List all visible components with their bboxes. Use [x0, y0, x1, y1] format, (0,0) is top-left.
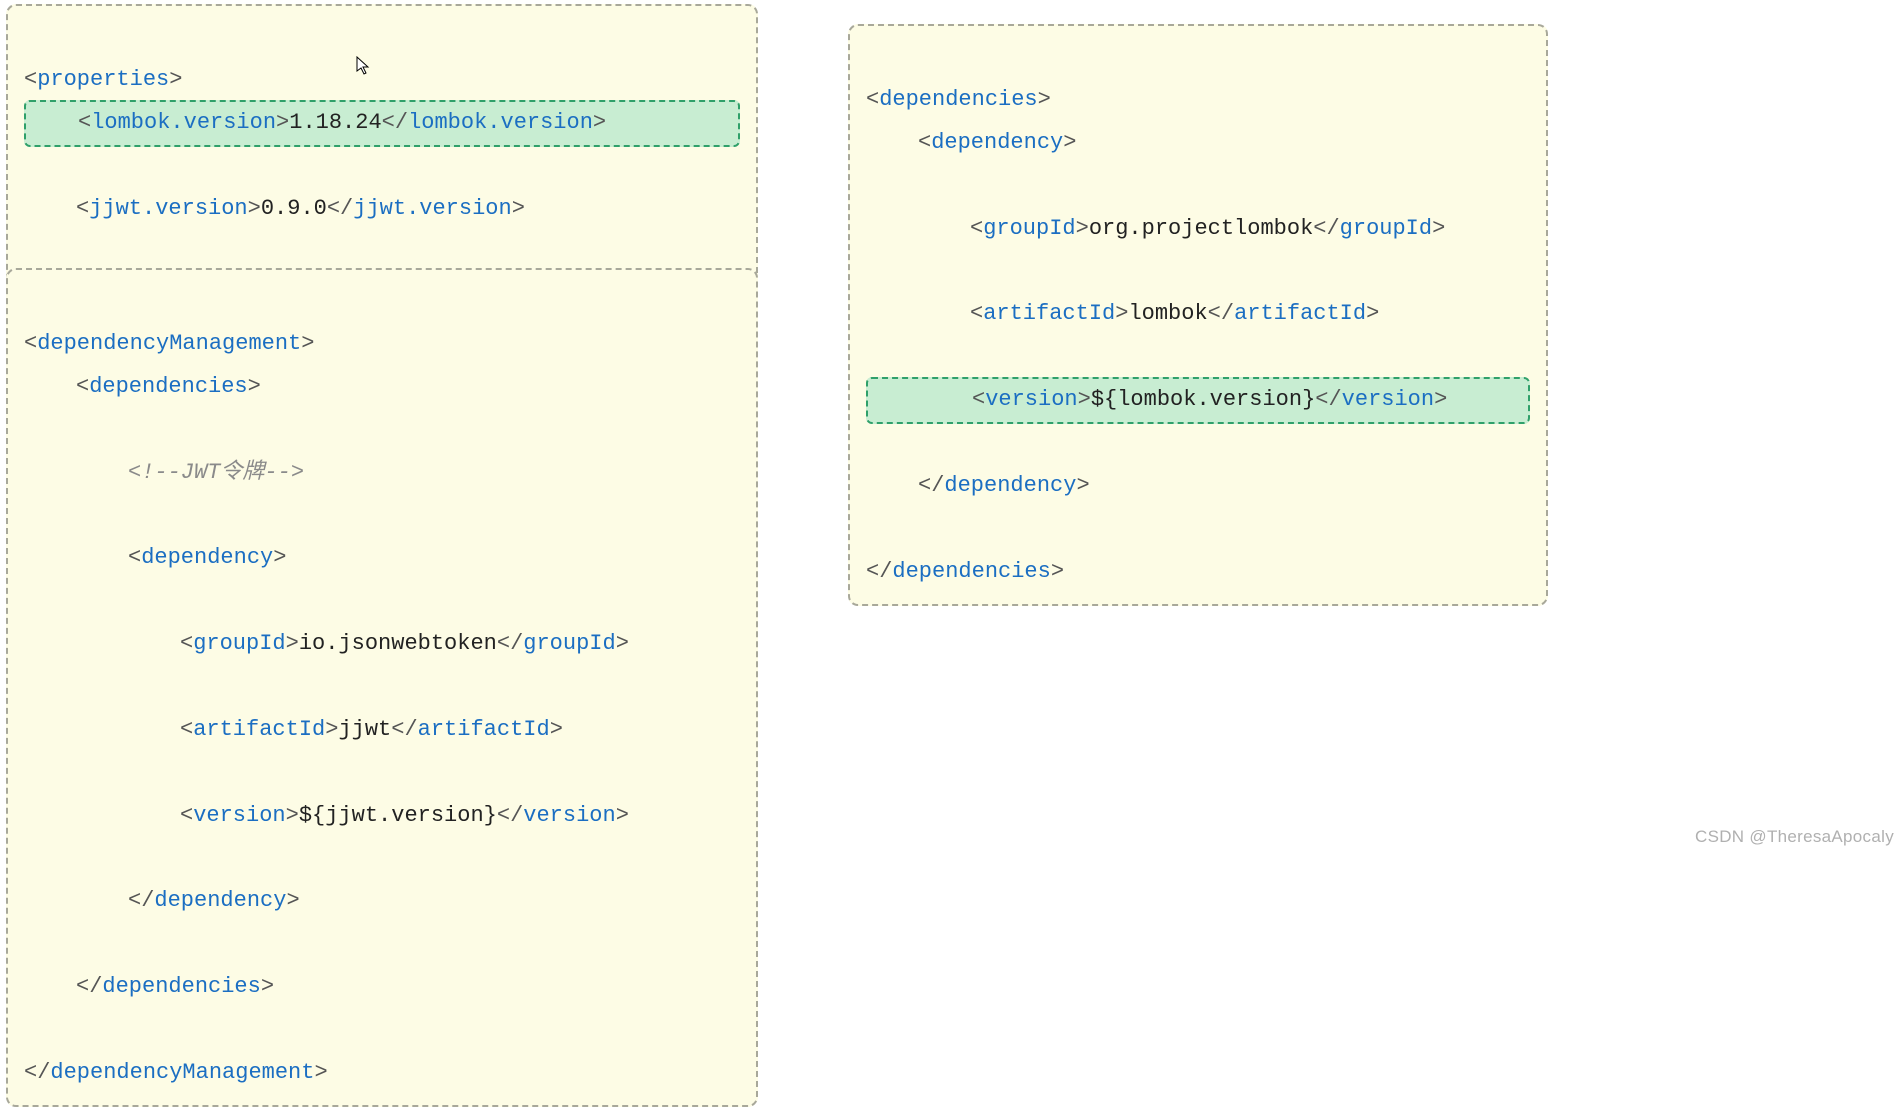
- code-line: <artifactId>lombok</artifactId>: [866, 293, 1530, 336]
- code-line: <dependency>: [866, 122, 1530, 165]
- highlighted-line-lombok-version: <lombok.version>1.18.24</lombok.version>: [24, 100, 740, 147]
- code-line: <dependencyManagement>: [24, 331, 314, 356]
- code-line: </dependencies>: [866, 559, 1064, 584]
- code-line: </dependency>: [24, 880, 740, 923]
- code-line: </dependency>: [866, 465, 1530, 508]
- code-line: <dependencies>: [866, 87, 1051, 112]
- watermark: CSDN @TheresaApocaly: [1695, 820, 1894, 853]
- code-line: <dependencies>: [24, 366, 740, 409]
- code-line: </dependencyManagement>: [24, 1060, 328, 1085]
- code-line: <properties>: [24, 67, 182, 92]
- code-line: <groupId>org.projectlombok</groupId>: [866, 208, 1530, 251]
- dependency-management-block: <dependencyManagement> <dependencies> <!…: [6, 268, 758, 1107]
- code-line: <groupId>io.jsonwebtoken</groupId>: [24, 623, 740, 666]
- code-line: <version>${jjwt.version}</version>: [24, 795, 740, 838]
- code-line: </dependencies>: [24, 966, 740, 1009]
- code-line: <jjwt.version>0.9.0</jjwt.version>: [24, 188, 740, 231]
- highlighted-line-version: <version>${lombok.version}</version>: [866, 377, 1530, 424]
- code-line: <dependency>: [24, 537, 740, 580]
- code-comment: <!--JWT令牌-->: [24, 452, 740, 495]
- code-line: <artifactId>jjwt</artifactId>: [24, 709, 740, 752]
- dependencies-block: <dependencies> <dependency> <groupId>org…: [848, 24, 1548, 606]
